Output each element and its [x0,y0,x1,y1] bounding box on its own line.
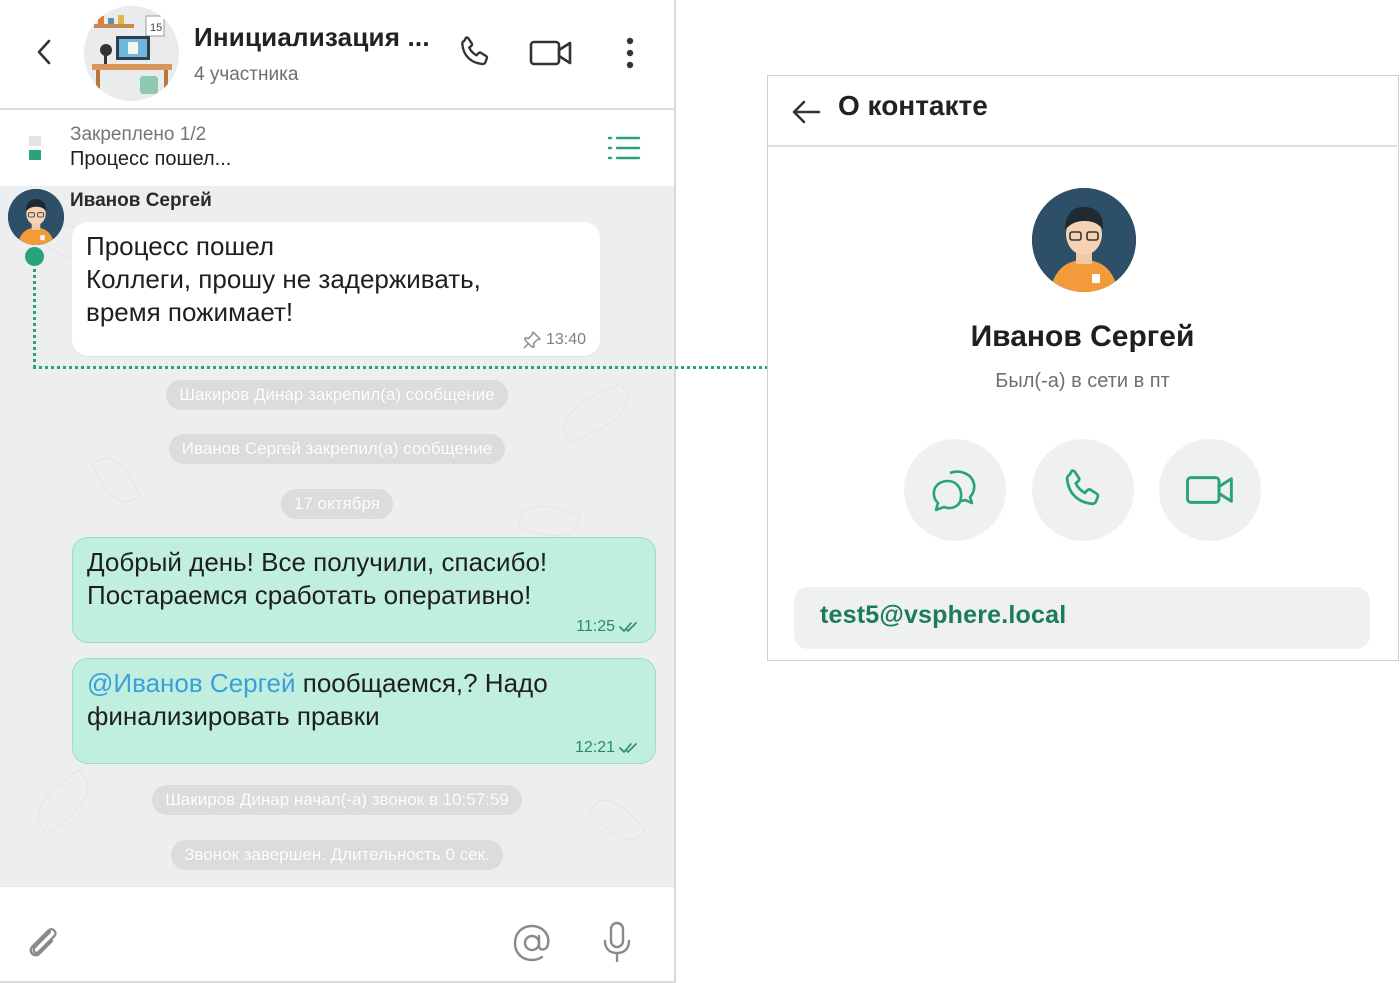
chat-title[interactable]: Инициализация ... [194,22,430,53]
message-text: @Иванов Сергей пообщаемся,? Надо финализ… [87,667,641,733]
contact-name: Иванов Сергей [970,320,1195,353]
back-button[interactable] [24,32,64,72]
pin-icon [523,331,541,349]
message-time: 11:25 [576,618,615,635]
message-sender-name[interactable]: Иванов Сергей [70,190,212,212]
chat-participants-count: 4 участника [194,64,299,85]
date-separator-text: 17 октября [281,489,393,519]
message-meta: 12:21 [575,739,641,757]
system-message-text: Шакиров Динар начал(-а) звонок в 10:57:5… [152,785,522,815]
contact-email-field[interactable]: test5@vsphere.local [794,587,1370,649]
message-meta: 13:40 [522,330,586,350]
connector-dot [25,247,44,266]
system-message: Иванов Сергей закрепил(а) сообщение [0,434,674,464]
pin-indicator-active [29,150,41,160]
pinned-text: Процесс пошел... [70,148,232,170]
incoming-message-bubble[interactable]: Процесс пошел Коллеги, прошу не задержив… [72,222,600,356]
message-meta: 11:25 [576,618,641,636]
person-avatar-illustration [8,189,64,245]
connector-line [33,366,768,369]
system-message: Звонок завершен. Длительность 0 сек. [0,840,674,870]
arrow-left-icon [792,100,821,124]
contact-avatar[interactable] [1032,188,1136,292]
video-icon [1186,476,1233,504]
attach-icon [29,928,57,957]
message-contact-button[interactable] [904,439,1006,541]
attach-button[interactable] [20,919,66,965]
video-call-contact-button[interactable] [1159,439,1261,541]
message-text: Процесс пошел Коллеги, прошу не задержив… [86,231,481,327]
phone-icon [461,36,489,66]
double-check-icon [619,743,637,753]
video-call-button[interactable] [524,28,578,78]
user-mention[interactable]: @Иванов Сергей [87,668,296,698]
contact-info-panel: О контакте Иванов Сергей Был(-а) в сети … [767,75,1399,661]
pinned-list-icon [607,136,641,160]
message-composer [0,886,674,981]
chat-bubbles-icon [932,470,976,512]
outgoing-message-bubble[interactable]: Добрый день! Все получили, спасибо! Пост… [72,537,656,643]
outgoing-message-bubble[interactable]: @Иванов Сергей пообщаемся,? Надо финализ… [72,658,656,764]
at-icon [513,924,550,962]
pinned-list-button[interactable] [602,128,646,168]
system-message-text: Иванов Сергей закрепил(а) сообщение [168,434,506,464]
more-icon [626,37,634,69]
phone-icon [1065,469,1100,506]
chat-header: 15 Инициализация ... 4 участника [0,0,674,110]
message-time: 13:40 [545,331,586,348]
contact-header: О контакте [768,76,1397,147]
contact-status: Был(-а) в сети в пт [995,370,1170,392]
group-avatar[interactable]: 15 [84,6,179,101]
message-text: Добрый день! Все получили, спасибо! Пост… [87,547,548,610]
connector-line [33,262,36,368]
pinned-label: Закреплено 1/2 [70,124,207,145]
system-message-text: Шакиров Динар закрепил(а) сообщение [166,380,508,410]
mention-button[interactable] [508,919,556,967]
message-time: 12:21 [574,739,615,756]
svg-text:15: 15 [150,22,162,34]
voice-message-button[interactable] [594,917,640,967]
back-button[interactable] [786,92,826,132]
call-button[interactable] [450,28,500,78]
date-separator: 17 октября [0,489,674,519]
pin-indicator-inactive [29,136,41,146]
double-check-icon [619,622,637,632]
video-icon [529,40,572,66]
system-message-text: Звонок завершен. Длительность 0 сек. [171,840,503,870]
person-avatar-illustration [1032,188,1136,292]
mic-icon [603,921,631,963]
chat-panel: 15 Инициализация ... 4 участника Закрепл… [0,0,676,983]
system-message: Шакиров Динар начал(-а) звонок в 10:57:5… [0,785,674,815]
contact-title: О контакте [838,90,988,121]
system-message: Шакиров Динар закрепил(а) сообщение [0,380,674,410]
sender-avatar[interactable] [8,189,64,245]
desk-illustration: 15 [84,6,179,101]
call-contact-button[interactable] [1032,439,1134,541]
contact-email[interactable]: test5@vsphere.local [820,601,1066,629]
back-icon [37,39,51,65]
more-options-button[interactable] [612,30,648,76]
